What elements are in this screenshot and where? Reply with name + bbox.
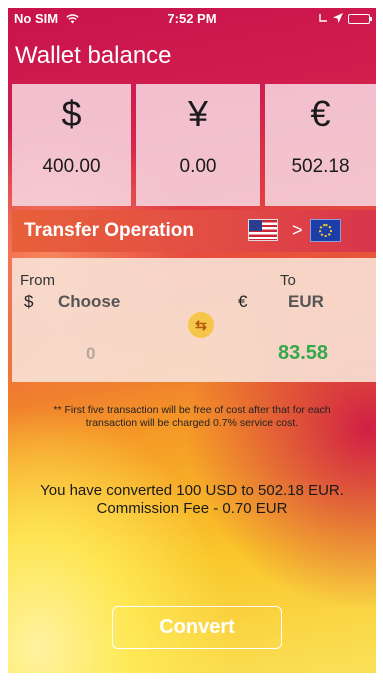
to-label: To — [280, 272, 296, 289]
balance-amount-usd: 400.00 — [42, 156, 101, 177]
us-flag-icon — [248, 219, 278, 241]
balance-card-eur[interactable]: € 502.18 — [265, 84, 376, 206]
transfer-operation-bar: Transfer Operation > — [12, 210, 376, 252]
page-title: Wallet balance — [15, 42, 172, 69]
service-cost-note: ** First five transaction will be free o… — [53, 404, 331, 429]
location-arrow-icon — [333, 11, 343, 26]
swap-arrows-icon[interactable]: ⇆ — [188, 312, 214, 338]
to-amount-value: 83.58 — [278, 342, 329, 364]
from-label: From — [20, 272, 55, 289]
conversion-result-summary: You have converted 100 USD to 502.18 EUR… — [40, 482, 344, 499]
from-amount-input[interactable]: 0 — [86, 344, 95, 364]
balance-amount-eur: 502.18 — [291, 156, 350, 177]
from-currency-selector[interactable]: Choose — [58, 292, 120, 312]
balance-amount-jpy: 0.00 — [179, 156, 217, 177]
conversion-result: You have converted 100 USD to 502.18 EUR… — [12, 482, 372, 518]
currency-symbol-eur: € — [310, 93, 331, 134]
convert-button[interactable]: Convert — [112, 606, 282, 649]
eu-flag-icon — [310, 219, 341, 242]
status-bar: No SIM 7:52 PM — [8, 8, 376, 28]
commission-fee-text: Commission Fee - 0.70 EUR — [96, 500, 288, 517]
currency-symbol-jpy: ¥ — [187, 93, 209, 134]
to-currency-selector[interactable]: EUR — [288, 292, 324, 312]
chevron-right-icon: > — [292, 220, 303, 240]
balance-cards: $ 400.00 ¥ 0.00 € 502.18 — [12, 84, 376, 206]
currency-symbol-usd: $ — [61, 93, 82, 134]
to-currency-symbol: € — [238, 292, 248, 311]
balance-card-jpy[interactable]: ¥ 0.00 — [136, 84, 260, 206]
phone-screen: No SIM 7:52 PM Wallet balance $ 400.00 ¥… — [8, 8, 376, 673]
lock-rotation-icon — [318, 11, 328, 26]
transfer-operation-label: Transfer Operation — [24, 220, 194, 241]
balance-card-usd[interactable]: $ 400.00 — [12, 84, 131, 206]
conversion-panel: From To $ Choose € EUR ⇆ 0 83.58 — [12, 258, 376, 382]
from-currency-symbol: $ — [24, 292, 34, 311]
battery-icon — [348, 13, 372, 24]
